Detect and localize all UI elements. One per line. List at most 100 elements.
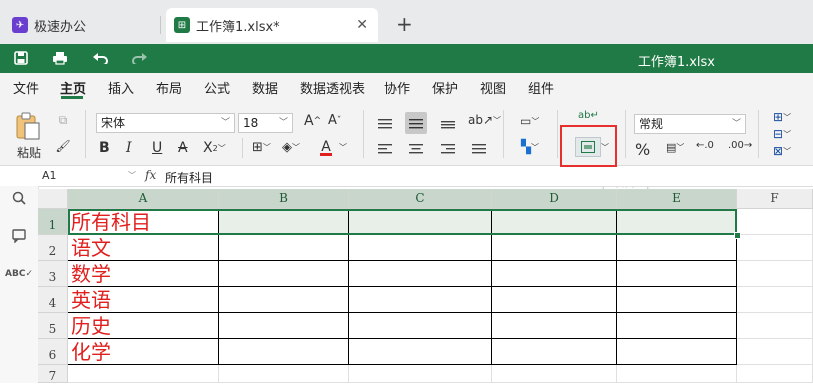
cell-e6[interactable]	[617, 339, 737, 365]
menu-components[interactable]: 组件	[528, 78, 554, 97]
menu-file[interactable]: 文件	[13, 78, 39, 97]
cell-style-icon[interactable]: ▭ ﹀	[520, 114, 539, 128]
conditional-format-icon[interactable]: ▚ ﹀	[521, 140, 539, 155]
column-header[interactable]: C	[349, 189, 492, 209]
cell-d4[interactable]	[492, 287, 617, 313]
cell-e7[interactable]	[617, 365, 737, 383]
copy-icon[interactable]: ⧉	[55, 112, 71, 128]
cell-c7[interactable]	[349, 365, 492, 383]
menu-data[interactable]: 数据	[252, 78, 278, 97]
cell-c5[interactable]	[349, 313, 492, 339]
column-header[interactable]: A	[68, 189, 219, 209]
cell-a2[interactable]: 语文	[68, 235, 219, 261]
cell-f2[interactable]	[737, 235, 813, 261]
cell-e4[interactable]	[617, 287, 737, 313]
cell-b3[interactable]	[219, 261, 349, 287]
menu-pivot-table[interactable]: 数据透视表	[300, 78, 365, 97]
tab-workbook[interactable]: ⊞ 工作簿1.xlsx* ✕	[166, 8, 378, 42]
save-icon[interactable]	[12, 49, 30, 67]
column-header[interactable]: E	[617, 189, 737, 209]
align-middle-icon[interactable]	[405, 112, 427, 134]
cell-f1[interactable]	[737, 209, 813, 235]
increase-decimal-icon[interactable]: .00→	[728, 140, 752, 151]
format-cells-icon[interactable]: ⊠ ﹀	[773, 144, 791, 158]
row-header[interactable]: 7	[38, 365, 68, 383]
align-right-icon[interactable]	[439, 140, 457, 158]
cell-c4[interactable]	[349, 287, 492, 313]
cell-e3[interactable]	[617, 261, 737, 287]
justify-icon[interactable]	[470, 140, 488, 158]
chevron-down-icon[interactable]: ﹀	[339, 142, 347, 153]
row-header[interactable]: 5	[38, 313, 68, 339]
wrap-text-icon[interactable]: ab↵	[578, 110, 599, 121]
menu-view[interactable]: 视图	[480, 78, 506, 97]
cell-d1[interactable]	[492, 209, 617, 235]
cell-d6[interactable]	[492, 339, 617, 365]
cell-a3[interactable]: 数学	[68, 261, 219, 287]
align-bottom-icon[interactable]	[439, 114, 457, 132]
insert-cells-icon[interactable]: ⊞ ﹀	[773, 110, 791, 124]
cell-d3[interactable]	[492, 261, 617, 287]
fill-handle[interactable]	[734, 232, 741, 239]
number-format-select[interactable]: 常规 ﹀	[634, 114, 746, 134]
cell-f7[interactable]	[737, 365, 813, 383]
cell-f5[interactable]	[737, 313, 813, 339]
row-header[interactable]: 6	[38, 339, 68, 365]
cell-a5[interactable]: 历史	[68, 313, 219, 339]
subscript-icon[interactable]: X 2 ﹀	[203, 140, 226, 156]
paste-icon[interactable]	[14, 110, 42, 142]
row-header[interactable]: 3	[38, 261, 68, 287]
menu-protect[interactable]: 保护	[432, 78, 458, 97]
comment-icon[interactable]	[11, 228, 27, 244]
align-left-icon[interactable]	[376, 140, 394, 158]
close-icon[interactable]: ✕	[356, 17, 368, 33]
column-header[interactable]: B	[219, 189, 349, 209]
menu-layout[interactable]: 布局	[156, 78, 182, 97]
cell-b7[interactable]	[219, 365, 349, 383]
row-header[interactable]: 1	[38, 209, 68, 235]
font-name-select[interactable]: 宋体 ﹀	[96, 113, 235, 133]
font-color-icon[interactable]: A	[320, 139, 332, 156]
borders-icon[interactable]: ⊞ ﹀	[252, 140, 271, 155]
search-icon[interactable]	[11, 190, 27, 206]
increase-font-icon[interactable]: A ^	[304, 113, 321, 129]
fill-color-icon[interactable]: ◈ ﹀	[282, 140, 300, 155]
cell-b1[interactable]	[219, 209, 349, 235]
column-header[interactable]: F	[737, 189, 813, 209]
cell-d5[interactable]	[492, 313, 617, 339]
tab-home[interactable]: ✈ 极速办公	[0, 8, 172, 42]
cell-b6[interactable]	[219, 339, 349, 365]
cell-d2[interactable]	[492, 235, 617, 261]
text-orientation-icon[interactable]: ab↗ ﹀	[468, 113, 501, 127]
percent-icon[interactable]: %	[635, 140, 650, 159]
bold-icon[interactable]: B	[99, 140, 110, 156]
cell-c2[interactable]	[349, 235, 492, 261]
cell-e1[interactable]	[617, 209, 737, 235]
menu-formula[interactable]: 公式	[204, 78, 230, 97]
column-header[interactable]: D	[492, 189, 617, 209]
redo-icon[interactable]	[131, 49, 149, 67]
format-painter-icon[interactable]: 🖌	[55, 138, 71, 154]
new-tab-plus-icon[interactable]: +	[396, 12, 413, 36]
align-top-icon[interactable]	[376, 114, 394, 132]
print-icon[interactable]	[51, 49, 69, 67]
undo-icon[interactable]	[91, 49, 109, 67]
align-center-icon[interactable]	[407, 140, 425, 158]
cell-b5[interactable]	[219, 313, 349, 339]
cell-f6[interactable]	[737, 339, 813, 365]
cell-d7[interactable]	[492, 365, 617, 383]
cell-f3[interactable]	[737, 261, 813, 287]
cell-a7[interactable]	[68, 365, 219, 383]
select-all-corner[interactable]	[38, 189, 68, 209]
cell-e5[interactable]	[617, 313, 737, 339]
italic-icon[interactable]: I	[126, 140, 132, 156]
cell-b4[interactable]	[219, 287, 349, 313]
decrease-font-icon[interactable]: Aˇ	[328, 113, 341, 128]
currency-icon[interactable]: ▤ ﹀	[666, 141, 684, 154]
name-box[interactable]: A1 ﹀	[38, 167, 142, 185]
menu-collaborate[interactable]: 协作	[384, 78, 410, 97]
strikethrough-icon[interactable]: A	[178, 140, 188, 156]
cell-e2[interactable]	[617, 235, 737, 261]
row-header[interactable]: 4	[38, 287, 68, 313]
cell-a6[interactable]: 化学	[68, 339, 219, 365]
